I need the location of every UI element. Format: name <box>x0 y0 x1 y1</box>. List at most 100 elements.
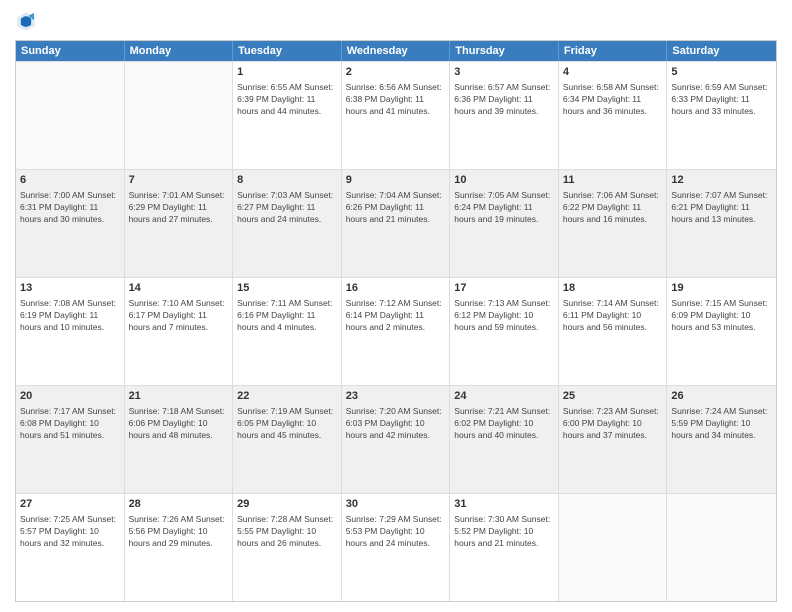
calendar-cell: 11 Sunrise: 7:06 AM Sunset: 6:22 PM Dayli… <box>559 170 668 277</box>
day-number: 4 <box>563 65 663 80</box>
day-number: 28 <box>129 497 229 512</box>
day-number: 15 <box>237 281 337 296</box>
day-number: 14 <box>129 281 229 296</box>
day-detail: Sunrise: 7:05 AM Sunset: 6:24 PM Dayligh… <box>454 190 554 226</box>
calendar-cell: 2Sunrise: 6:56 AM Sunset: 6:38 PM Daylig… <box>342 62 451 169</box>
day-detail: Sunrise: 7:08 AM Sunset: 6:19 PM Dayligh… <box>20 298 120 334</box>
day-number: 27 <box>20 497 120 512</box>
header <box>15 10 777 32</box>
day-detail: Sunrise: 7:23 AM Sunset: 6:00 PM Dayligh… <box>563 406 663 442</box>
day-number: 13 <box>20 281 120 296</box>
calendar-cell: 3 Sunrise: 6:57 AM Sunset: 6:36 PM Daylig… <box>450 62 559 169</box>
day-detail: Sunrise: 6:57 AM Sunset: 6:36 PM Dayligh… <box>454 82 554 118</box>
day-number: 7 <box>129 173 229 188</box>
day-detail: Sunrise: 7:18 AM Sunset: 6:06 PM Dayligh… <box>129 406 229 442</box>
calendar-cell: 26Sunrise: 7:24 AM Sunset: 5:59 PM Dayli… <box>667 386 776 493</box>
calendar-cell: 1Sunrise: 6:55 AM Sunset: 6:39 PM Daylig… <box>233 62 342 169</box>
day-number: 10 <box>454 173 554 188</box>
day-number: 6 <box>20 173 120 188</box>
calendar-week: 27 Sunrise: 7:25 AM Sunset: 5:57 PM Dayli… <box>16 493 776 601</box>
day-number: 24 <box>454 389 554 404</box>
day-number: 16 <box>346 281 446 296</box>
calendar-cell: 15 Sunrise: 7:11 AM Sunset: 6:16 PM Dayli… <box>233 278 342 385</box>
logo-icon <box>15 10 37 32</box>
calendar-cell: 27 Sunrise: 7:25 AM Sunset: 5:57 PM Dayli… <box>16 494 125 601</box>
day-detail: Sunrise: 6:56 AM Sunset: 6:38 PM Dayligh… <box>346 82 446 118</box>
day-detail: Sunrise: 7:12 AM Sunset: 6:14 PM Dayligh… <box>346 298 446 334</box>
day-header: Thursday <box>450 41 559 61</box>
calendar-cell: 7Sunrise: 7:01 AM Sunset: 6:29 PM Daylig… <box>125 170 234 277</box>
calendar-cell: 23 Sunrise: 7:20 AM Sunset: 6:03 PM Dayli… <box>342 386 451 493</box>
calendar-cell: 13 Sunrise: 7:08 AM Sunset: 6:19 PM Dayli… <box>16 278 125 385</box>
day-number: 31 <box>454 497 554 512</box>
calendar-cell: 22Sunrise: 7:19 AM Sunset: 6:05 PM Dayli… <box>233 386 342 493</box>
calendar-cell: 24 Sunrise: 7:21 AM Sunset: 6:02 PM Dayli… <box>450 386 559 493</box>
calendar-cell <box>667 494 776 601</box>
calendar-cell: 21 Sunrise: 7:18 AM Sunset: 6:06 PM Dayli… <box>125 386 234 493</box>
calendar-cell <box>125 62 234 169</box>
calendar-week: 1Sunrise: 6:55 AM Sunset: 6:39 PM Daylig… <box>16 61 776 169</box>
day-detail: Sunrise: 7:25 AM Sunset: 5:57 PM Dayligh… <box>20 514 120 550</box>
calendar-header-row: SundayMondayTuesdayWednesdayThursdayFrid… <box>16 41 776 61</box>
calendar-cell: 25 Sunrise: 7:23 AM Sunset: 6:00 PM Dayli… <box>559 386 668 493</box>
day-detail: Sunrise: 7:11 AM Sunset: 6:16 PM Dayligh… <box>237 298 337 334</box>
day-number: 30 <box>346 497 446 512</box>
day-detail: Sunrise: 7:26 AM Sunset: 5:56 PM Dayligh… <box>129 514 229 550</box>
calendar-cell: 31 Sunrise: 7:30 AM Sunset: 5:52 PM Dayli… <box>450 494 559 601</box>
calendar-week: 13 Sunrise: 7:08 AM Sunset: 6:19 PM Dayli… <box>16 277 776 385</box>
calendar-cell: 4Sunrise: 6:58 AM Sunset: 6:34 PM Daylig… <box>559 62 668 169</box>
day-number: 22 <box>237 389 337 404</box>
calendar-cell: 5 Sunrise: 6:59 AM Sunset: 6:33 PM Daylig… <box>667 62 776 169</box>
calendar-body: 1Sunrise: 6:55 AM Sunset: 6:39 PM Daylig… <box>16 61 776 601</box>
day-detail: Sunrise: 7:30 AM Sunset: 5:52 PM Dayligh… <box>454 514 554 550</box>
day-number: 3 <box>454 65 554 80</box>
day-number: 5 <box>671 65 772 80</box>
day-number: 21 <box>129 389 229 404</box>
calendar-cell: 9Sunrise: 7:04 AM Sunset: 6:26 PM Daylig… <box>342 170 451 277</box>
calendar-cell: 10 Sunrise: 7:05 AM Sunset: 6:24 PM Dayli… <box>450 170 559 277</box>
day-detail: Sunrise: 7:03 AM Sunset: 6:27 PM Dayligh… <box>237 190 337 226</box>
day-detail: Sunrise: 7:14 AM Sunset: 6:11 PM Dayligh… <box>563 298 663 334</box>
day-number: 25 <box>563 389 663 404</box>
day-detail: Sunrise: 7:15 AM Sunset: 6:09 PM Dayligh… <box>671 298 772 334</box>
day-detail: Sunrise: 7:24 AM Sunset: 5:59 PM Dayligh… <box>671 406 772 442</box>
day-detail: Sunrise: 7:07 AM Sunset: 6:21 PM Dayligh… <box>671 190 772 226</box>
calendar-cell: 12 Sunrise: 7:07 AM Sunset: 6:21 PM Dayli… <box>667 170 776 277</box>
day-detail: Sunrise: 7:29 AM Sunset: 5:53 PM Dayligh… <box>346 514 446 550</box>
calendar-cell: 28 Sunrise: 7:26 AM Sunset: 5:56 PM Dayli… <box>125 494 234 601</box>
day-header: Wednesday <box>342 41 451 61</box>
calendar-cell: 6 Sunrise: 7:00 AM Sunset: 6:31 PM Daylig… <box>16 170 125 277</box>
day-detail: Sunrise: 7:00 AM Sunset: 6:31 PM Dayligh… <box>20 190 120 226</box>
day-number: 11 <box>563 173 663 188</box>
calendar-cell: 8 Sunrise: 7:03 AM Sunset: 6:27 PM Daylig… <box>233 170 342 277</box>
day-number: 12 <box>671 173 772 188</box>
calendar-cell: 17 Sunrise: 7:13 AM Sunset: 6:12 PM Dayli… <box>450 278 559 385</box>
day-header: Monday <box>125 41 234 61</box>
calendar-cell: 14 Sunrise: 7:10 AM Sunset: 6:17 PM Dayli… <box>125 278 234 385</box>
calendar: SundayMondayTuesdayWednesdayThursdayFrid… <box>15 40 777 602</box>
day-number: 18 <box>563 281 663 296</box>
day-number: 8 <box>237 173 337 188</box>
day-detail: Sunrise: 7:13 AM Sunset: 6:12 PM Dayligh… <box>454 298 554 334</box>
page: SundayMondayTuesdayWednesdayThursdayFrid… <box>0 0 792 612</box>
day-number: 19 <box>671 281 772 296</box>
calendar-week: 6 Sunrise: 7:00 AM Sunset: 6:31 PM Daylig… <box>16 169 776 277</box>
calendar-cell <box>16 62 125 169</box>
day-header: Saturday <box>667 41 776 61</box>
calendar-cell: 20Sunrise: 7:17 AM Sunset: 6:08 PM Dayli… <box>16 386 125 493</box>
calendar-cell: 16 Sunrise: 7:12 AM Sunset: 6:14 PM Dayli… <box>342 278 451 385</box>
day-number: 29 <box>237 497 337 512</box>
calendar-cell <box>559 494 668 601</box>
day-number: 23 <box>346 389 446 404</box>
day-detail: Sunrise: 7:21 AM Sunset: 6:02 PM Dayligh… <box>454 406 554 442</box>
day-detail: Sunrise: 7:20 AM Sunset: 6:03 PM Dayligh… <box>346 406 446 442</box>
day-number: 17 <box>454 281 554 296</box>
day-number: 9 <box>346 173 446 188</box>
day-detail: Sunrise: 6:59 AM Sunset: 6:33 PM Dayligh… <box>671 82 772 118</box>
calendar-cell: 19 Sunrise: 7:15 AM Sunset: 6:09 PM Dayli… <box>667 278 776 385</box>
day-detail: Sunrise: 7:10 AM Sunset: 6:17 PM Dayligh… <box>129 298 229 334</box>
day-number: 1 <box>237 65 337 80</box>
day-header: Sunday <box>16 41 125 61</box>
day-detail: Sunrise: 7:06 AM Sunset: 6:22 PM Dayligh… <box>563 190 663 226</box>
day-number: 20 <box>20 389 120 404</box>
